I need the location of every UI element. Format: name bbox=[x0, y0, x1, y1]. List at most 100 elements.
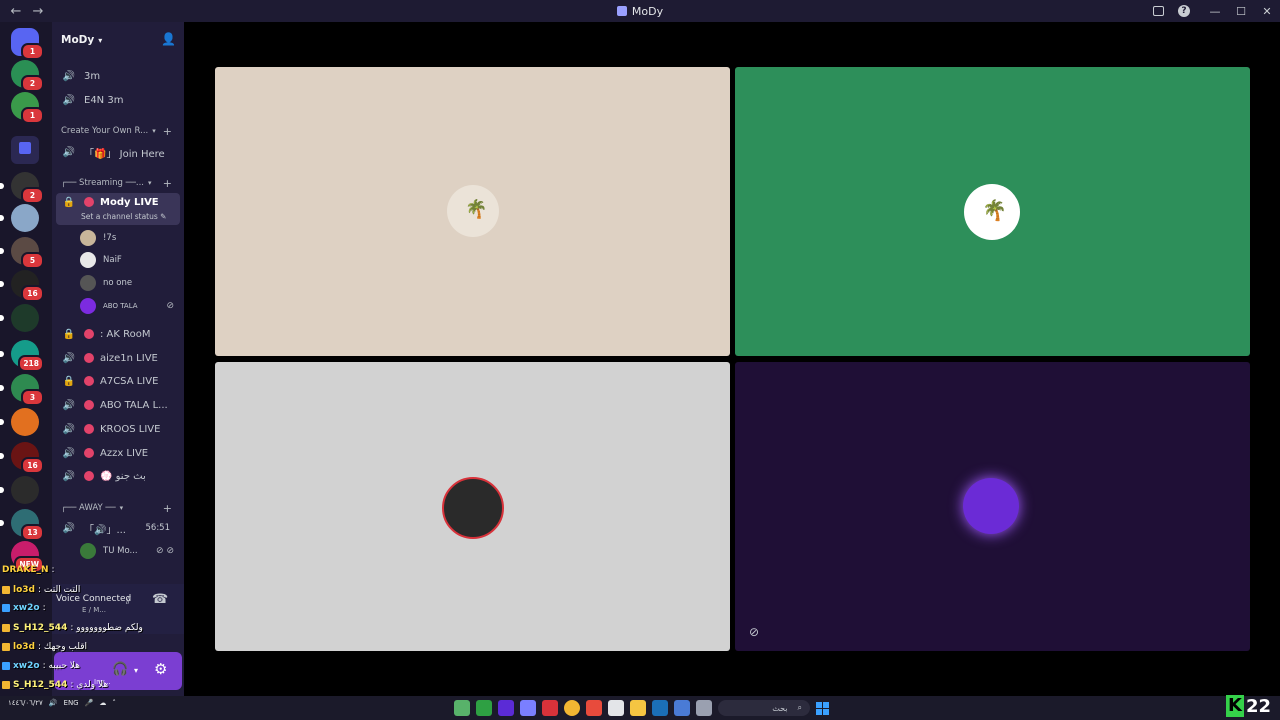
back-icon[interactable]: ← bbox=[8, 4, 24, 19]
guild-server-7[interactable]: 5 bbox=[0, 237, 44, 269]
video-tile-2[interactable]: 🌴 bbox=[735, 67, 1250, 356]
mention-badge: NEW bbox=[14, 556, 44, 573]
app-icon[interactable] bbox=[696, 700, 712, 716]
voice-user[interactable]: !7s bbox=[80, 228, 180, 248]
app-icon[interactable] bbox=[674, 700, 690, 716]
guild-saudi-emblem-server[interactable]: 2 bbox=[11, 60, 44, 92]
channel-a7csa-live[interactable]: 🔒 A7CSA LIVE bbox=[56, 370, 180, 392]
channel-e4n-3m[interactable]: 🔊 E4N 3m bbox=[56, 89, 180, 111]
guild-server-13[interactable]: 16 bbox=[0, 442, 44, 474]
xbox-icon[interactable] bbox=[476, 700, 492, 716]
server-header[interactable]: MoDy ▾ 👤 bbox=[52, 22, 184, 58]
window-title: MoDy bbox=[631, 4, 664, 18]
taskbar-search[interactable]: بحث ⌕ bbox=[718, 700, 810, 716]
maximize-button[interactable]: ☐ bbox=[1228, 5, 1254, 18]
date-label: ١٤٤٦/٠٦/٢٧ bbox=[8, 699, 43, 707]
guild-server-6[interactable] bbox=[0, 204, 39, 232]
volume-icon[interactable]: 🔊 bbox=[49, 699, 58, 707]
app-icon[interactable] bbox=[454, 700, 470, 716]
chrome-icon[interactable] bbox=[564, 700, 580, 716]
category-create-your-own[interactable]: Create Your Own R... ▾ + bbox=[52, 123, 184, 139]
guild-server-5[interactable]: 2 bbox=[0, 172, 44, 204]
speaker-icon: 🔊 bbox=[62, 352, 76, 364]
close-button[interactable]: ✕ bbox=[1254, 5, 1280, 18]
channel-away[interactable]: 🔊 「🔊」... 56:51 bbox=[56, 517, 180, 539]
mention-badge: 3 bbox=[21, 389, 44, 406]
guild-server-16[interactable]: NEW bbox=[11, 541, 44, 573]
voice-connected-label[interactable]: Voice Connected bbox=[56, 594, 131, 604]
gear-icon[interactable]: ⚙ bbox=[154, 660, 167, 678]
unread-pip bbox=[0, 215, 4, 221]
voice-user[interactable]: ABO TALA ⊘ bbox=[80, 296, 180, 316]
voice-user[interactable]: NaiF bbox=[80, 250, 180, 270]
disconnect-icon[interactable]: ☎ bbox=[152, 592, 168, 607]
guild-folder[interactable] bbox=[11, 136, 39, 164]
speaker-icon: 🔊 bbox=[62, 146, 76, 158]
channel-label: A7CSA LIVE bbox=[100, 375, 159, 387]
mention-badge: 2 bbox=[21, 187, 44, 204]
guild-server-10[interactable]: 218 bbox=[0, 340, 44, 372]
channel-aize1n-live[interactable]: 🔊 aize1n LIVE bbox=[56, 347, 180, 369]
noise-suppression-icon[interactable]: ⫽ bbox=[126, 594, 131, 608]
folder-icon bbox=[19, 142, 31, 154]
guild-server-15[interactable]: 13 bbox=[0, 509, 44, 541]
search-icon: ⌕ bbox=[797, 703, 802, 712]
start-icon[interactable] bbox=[816, 701, 829, 715]
calendar-icon[interactable] bbox=[608, 700, 624, 716]
add-channel-icon[interactable]: + bbox=[163, 177, 172, 190]
voice-user[interactable]: no one bbox=[80, 273, 180, 293]
language-indicator[interactable]: ENG bbox=[64, 699, 79, 707]
minimize-button[interactable]: — bbox=[1202, 5, 1228, 18]
inbox-icon[interactable] bbox=[1153, 6, 1164, 16]
kick-letter: K bbox=[1226, 695, 1244, 717]
guild-server-9[interactable] bbox=[0, 304, 39, 332]
category-label: Create Your Own R... bbox=[61, 126, 149, 136]
headset-icon[interactable]: 🎧 bbox=[112, 662, 128, 677]
voice-user[interactable]: TU Mo... ⊘ ⊘ bbox=[80, 541, 180, 561]
taskbar: ١٤٤٦/٠٦/٢٧ 🔊 ENG 🎤 ☁ ˄ بحث ⌕ bbox=[0, 696, 1280, 720]
channel-abo-tala-live[interactable]: 🔊 ABO TALA L... bbox=[56, 394, 180, 416]
category-away[interactable]: ┌── AWAY ── ▾ + bbox=[52, 500, 184, 516]
channel-azzx-live[interactable]: 🔊 Azzx LIVE bbox=[56, 442, 180, 464]
mic-icon[interactable]: 🎤 bbox=[85, 699, 94, 707]
invite-people-icon[interactable]: 👤 bbox=[161, 32, 176, 46]
chevron-up-icon[interactable]: ˄ bbox=[112, 699, 116, 707]
forward-icon[interactable]: → bbox=[30, 4, 46, 19]
video-tile-4[interactable]: ⊘ bbox=[735, 362, 1250, 651]
folder-icon[interactable] bbox=[630, 700, 646, 716]
app-icon[interactable] bbox=[498, 700, 514, 716]
mention-badge: 16 bbox=[21, 285, 44, 302]
channel-status[interactable]: Set a channel status ✎ bbox=[81, 212, 166, 221]
guild-server-12[interactable] bbox=[0, 408, 39, 436]
channel-join-here[interactable]: 🔊 「🎁」 Join Here bbox=[56, 141, 180, 163]
lock-icon: 🔒 bbox=[62, 197, 76, 208]
video-tile-1[interactable]: 🌴 bbox=[215, 67, 730, 356]
add-channel-icon[interactable]: + bbox=[163, 125, 172, 138]
app-icon[interactable] bbox=[586, 700, 602, 716]
channel-kroos-live[interactable]: 🔊 KROOS LIVE bbox=[56, 418, 180, 440]
guild-gear-server[interactable]: 1 bbox=[11, 92, 44, 124]
chevron-down-icon: ▾ bbox=[119, 504, 124, 512]
steam-icon[interactable] bbox=[652, 700, 668, 716]
video-tile-3[interactable] bbox=[215, 362, 730, 651]
guild-discord-home[interactable]: 1 bbox=[11, 28, 44, 60]
channel-jnw-stream[interactable]: 🔊 💮 بث جنو bbox=[56, 465, 180, 487]
channel-ak-room[interactable]: 🔒 : AK RooM bbox=[56, 323, 180, 345]
add-channel-icon[interactable]: + bbox=[163, 502, 172, 515]
speaker-icon: 🔊 bbox=[62, 423, 76, 435]
live-dot-icon bbox=[84, 400, 94, 410]
cloud-icon[interactable]: ☁ bbox=[99, 699, 106, 707]
guild-server-8[interactable]: 16 bbox=[0, 270, 44, 302]
channel-label: Mody LIVE bbox=[100, 197, 159, 208]
guild-server-14[interactable] bbox=[0, 476, 39, 504]
app-icon[interactable] bbox=[542, 700, 558, 716]
mute-icon: ⊘ bbox=[749, 625, 760, 639]
voice-connected-channel[interactable]: E / M... bbox=[82, 606, 106, 614]
discord-icon[interactable] bbox=[520, 700, 536, 716]
voice-user-name: TU Mo... bbox=[103, 546, 138, 556]
chevron-down-icon[interactable]: ▾ bbox=[134, 666, 138, 675]
category-streaming[interactable]: ┌── Streaming ──... ▾ + bbox=[52, 175, 184, 191]
guild-server-11[interactable]: 3 bbox=[0, 374, 44, 406]
help-icon[interactable]: ? bbox=[1178, 5, 1190, 17]
channel-3m[interactable]: 🔊 3m bbox=[56, 65, 180, 87]
